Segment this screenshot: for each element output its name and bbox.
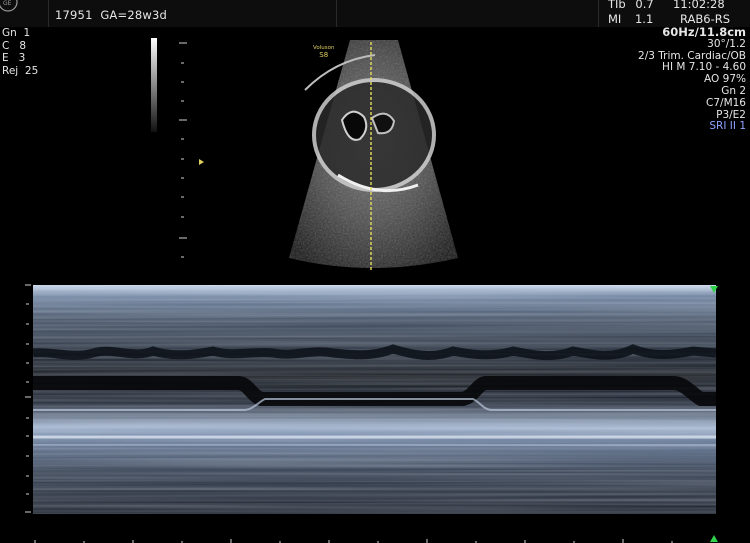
bmode-image	[179, 40, 458, 272]
depth-scale	[179, 42, 187, 258]
sweep-marker-icon	[710, 286, 718, 293]
fetal-skull	[312, 78, 436, 192]
mmode-trace	[33, 285, 716, 514]
focus-marker-icon	[199, 159, 204, 165]
mmode-depth-scale	[25, 284, 31, 513]
voluson-label: Voluson S8	[313, 45, 335, 59]
time-axis	[34, 535, 718, 543]
mmode-start-marker-icon	[710, 535, 718, 542]
